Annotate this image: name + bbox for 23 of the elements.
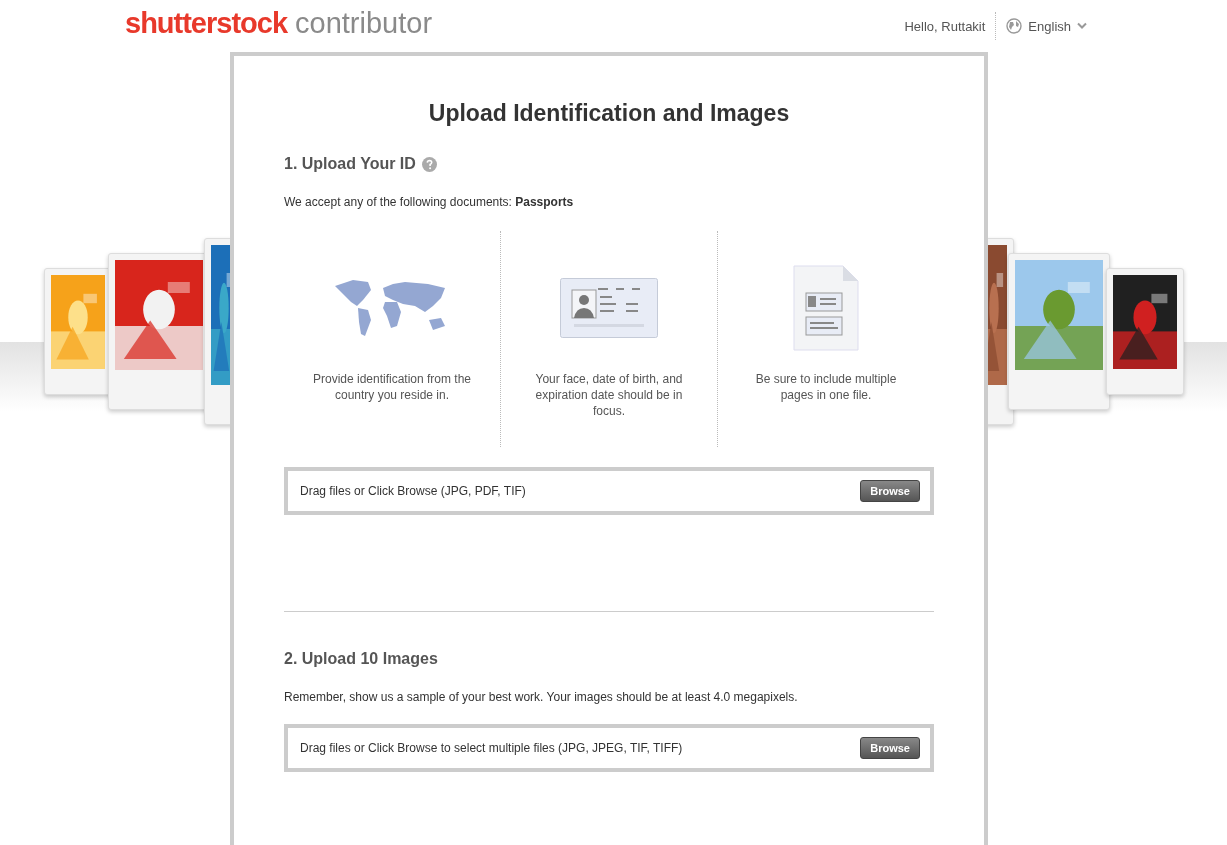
file-drop-zone[interactable]: Drag files or Click Browse (JPG, PDF, TIF) Browse — [284, 467, 934, 515]
file-drop-zone[interactable]: Drag files or Click Browse to select multiple files (JPG, JPEG, TIF, TIFF) Browse — [284, 724, 934, 772]
help-icon[interactable] — [421, 156, 437, 172]
page-title: Upload Identification and Images — [427, 100, 791, 127]
globe-icon — [1006, 18, 1023, 34]
instruction-text: Remember, show us a sample of your best work. Your images should be at least 4.0 megapixels. — [284, 690, 799, 704]
tip-text: Be sure to include multiple pages in one file. — [754, 371, 898, 403]
instruction-text: We accept any of the following documents: Passports — [284, 195, 575, 209]
logo[interactable]: shutterstock — [125, 6, 288, 40]
logo-subtitle: contributor — [295, 6, 433, 40]
section-heading: 2. Upload 10 Images — [284, 650, 438, 668]
document-icon — [793, 265, 859, 351]
chevron-down-icon — [1077, 22, 1087, 30]
tip-text: Your face, date of birth, and expiration date should be in focus. — [534, 371, 684, 419]
drop-zone-label: Drag files or Click Browse to select multiple files (JPG, JPEG, TIF, TIFF) — [300, 741, 683, 755]
language-selector[interactable]: English — [1006, 18, 1087, 34]
id-card-icon — [560, 278, 658, 338]
greeting: Hello, Ruttakit — [904, 18, 986, 34]
tip-text: Provide identification from the country you reside in. — [311, 371, 473, 403]
section-heading: 1. Upload Your ID — [284, 155, 416, 173]
browse-button[interactable]: Browse — [860, 480, 920, 502]
drop-zone-label: Drag files or Click Browse (JPG, PDF, TIF) — [300, 484, 526, 498]
browse-button[interactable]: Browse — [860, 737, 920, 759]
